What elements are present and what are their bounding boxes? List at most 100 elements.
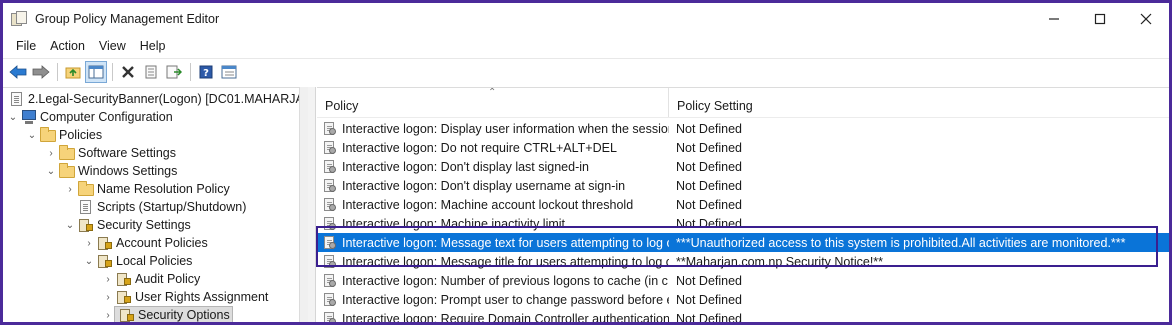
security-icon <box>116 271 132 287</box>
tree-node-audit-policy[interactable]: › Audit Policy <box>102 270 200 288</box>
tree-node-windows-settings[interactable]: ⌄ Windows Settings <box>45 162 177 180</box>
tree-node-label: User Rights Assignment <box>135 290 269 304</box>
chevron-right-icon[interactable]: › <box>102 270 114 288</box>
svg-text:?: ? <box>203 68 209 79</box>
tree-node-label: Scripts (Startup/Shutdown) <box>97 200 247 214</box>
policy-cell: Interactive logon: Display user informat… <box>317 121 669 136</box>
policy-cell: Interactive logon: Message title for use… <box>317 254 669 269</box>
policy-row[interactable]: Interactive logon: Number of previous lo… <box>317 271 1169 290</box>
security-icon <box>116 289 132 305</box>
maximize-button[interactable] <box>1077 3 1123 35</box>
export-list-button[interactable] <box>163 61 185 83</box>
policy-cell: Interactive logon: Prompt user to change… <box>317 292 669 307</box>
policy-cell: Interactive logon: Require Domain Contro… <box>317 311 669 322</box>
menu-file[interactable]: File <box>9 35 43 57</box>
tree-node-name-resolution-policy[interactable]: › Name Resolution Policy <box>64 180 230 198</box>
properties-button[interactable] <box>140 61 162 83</box>
chevron-down-icon[interactable]: ⌄ <box>7 108 19 126</box>
tree-node-label: Local Policies <box>116 254 193 268</box>
close-button[interactable] <box>1123 3 1169 35</box>
column-header-policy[interactable]: ⌃ Policy <box>317 88 669 117</box>
chevron-right-icon[interactable]: › <box>83 234 95 252</box>
policy-setting-icon <box>323 197 337 212</box>
chevron-down-icon[interactable]: ⌄ <box>64 216 76 234</box>
chevron-right-icon[interactable]: › <box>102 306 114 322</box>
tree-node-account-policies[interactable]: › Account Policies <box>83 234 208 252</box>
policy-row[interactable]: Interactive logon: Message title for use… <box>317 252 1169 271</box>
gpo-icon <box>9 91 25 107</box>
tree-node-local-policies[interactable]: ⌄ Local Policies <box>83 252 192 270</box>
policy-name: Interactive logon: Don't display usernam… <box>342 178 626 193</box>
tree-node-security-settings[interactable]: ⌄ Security Settings <box>64 216 191 234</box>
extended-view-icon <box>221 65 237 79</box>
folder-icon <box>78 181 94 197</box>
help-button[interactable]: ? <box>195 61 217 83</box>
policy-cell: Interactive logon: Machine account locko… <box>317 197 669 212</box>
selected-tree-node[interactable]: Security Options <box>114 306 233 322</box>
policy-row[interactable]: Interactive logon: Machine account locko… <box>317 195 1169 214</box>
forward-button[interactable] <box>30 61 52 83</box>
tree-node-label: Security Settings <box>97 218 191 232</box>
security-icon <box>119 307 135 322</box>
show-hide-tree-icon <box>88 65 104 79</box>
policy-setting-icon <box>323 178 337 193</box>
menu-view[interactable]: View <box>92 35 133 57</box>
properties-icon <box>145 65 157 79</box>
policy-row[interactable]: Interactive logon: Do not require CTRL+A… <box>317 138 1169 157</box>
policy-setting-value: ***Unauthorized access to this system is… <box>676 235 1126 250</box>
minimize-button[interactable] <box>1031 3 1077 35</box>
tree-node-policies[interactable]: ⌄ Policies <box>26 126 102 144</box>
show-hide-tree-button[interactable] <box>85 61 107 83</box>
policy-name: Interactive logon: Number of previous lo… <box>342 273 669 288</box>
extended-view-button[interactable] <box>218 61 240 83</box>
export-list-icon <box>166 65 182 79</box>
toolbar: ? <box>3 58 1169 85</box>
policy-row[interactable]: Interactive logon: Message text for user… <box>317 233 1169 252</box>
policy-name: Interactive logon: Do not require CTRL+A… <box>342 140 617 155</box>
policy-row[interactable]: Interactive logon: Don't display last si… <box>317 157 1169 176</box>
back-button[interactable] <box>7 61 29 83</box>
list-header: ⌃ Policy Policy Setting <box>317 88 1169 118</box>
tree-node-software-settings[interactable]: › Software Settings <box>45 144 176 162</box>
policy-setting-icon <box>323 235 337 250</box>
policy-row[interactable]: Interactive logon: Machine inactivity li… <box>317 214 1169 233</box>
chevron-right-icon[interactable]: › <box>45 144 57 162</box>
up-one-level-button[interactable] <box>62 61 84 83</box>
gpo-editor-app-icon <box>11 11 27 27</box>
up-folder-icon <box>65 67 81 79</box>
policy-row[interactable]: Interactive logon: Require Domain Contro… <box>317 309 1169 322</box>
security-icon <box>78 217 94 233</box>
toolbar-separator <box>190 63 191 81</box>
tree-node-computer-configuration[interactable]: ⌄ Computer Configuration <box>7 108 173 126</box>
chevron-down-icon[interactable]: ⌄ <box>26 126 38 144</box>
tree-root[interactable]: 2.Legal-SecurityBanner(Logon) [DC01.MAHA… <box>7 90 306 108</box>
pane-splitter[interactable] <box>308 87 316 322</box>
policy-row[interactable]: Interactive logon: Don't display usernam… <box>317 176 1169 195</box>
delete-button[interactable] <box>117 61 139 83</box>
tree-node-scripts[interactable]: Scripts (Startup/Shutdown) <box>64 198 246 216</box>
tree-node-security-options[interactable]: › Security Options <box>102 306 233 322</box>
chevron-down-icon[interactable]: ⌄ <box>45 162 57 180</box>
column-header-policy-setting[interactable]: Policy Setting <box>669 88 1169 117</box>
menu-help[interactable]: Help <box>133 35 173 57</box>
chevron-down-icon[interactable]: ⌄ <box>83 252 95 270</box>
policy-cell: Interactive logon: Number of previous lo… <box>317 273 669 288</box>
chevron-right-icon[interactable]: › <box>102 288 114 306</box>
menu-bar: File Action View Help <box>3 35 1169 57</box>
policy-name: Interactive logon: Display user informat… <box>342 121 669 136</box>
tree-node-user-rights-assignment[interactable]: › User Rights Assignment <box>102 288 268 306</box>
policy-cell: Interactive logon: Don't display last si… <box>317 159 669 174</box>
policy-setting-icon <box>323 254 337 269</box>
chevron-right-icon[interactable]: › <box>64 180 76 198</box>
details-pane[interactable]: ⌃ Policy Policy Setting Interactive logo… <box>317 87 1169 322</box>
toolbar-separator <box>57 63 58 81</box>
policy-setting-value: Not Defined <box>676 292 743 307</box>
policy-row[interactable]: Interactive logon: Display user informat… <box>317 119 1169 138</box>
policy-setting-value: Not Defined <box>676 273 743 288</box>
policy-setting-icon <box>323 292 337 307</box>
tree-node-label: Policies <box>59 128 103 142</box>
console-tree[interactable]: 2.Legal-SecurityBanner(Logon) [DC01.MAHA… <box>3 87 306 322</box>
policy-row[interactable]: Interactive logon: Prompt user to change… <box>317 290 1169 309</box>
menu-action[interactable]: Action <box>43 35 92 57</box>
tree-scrollbar[interactable] <box>299 87 308 322</box>
